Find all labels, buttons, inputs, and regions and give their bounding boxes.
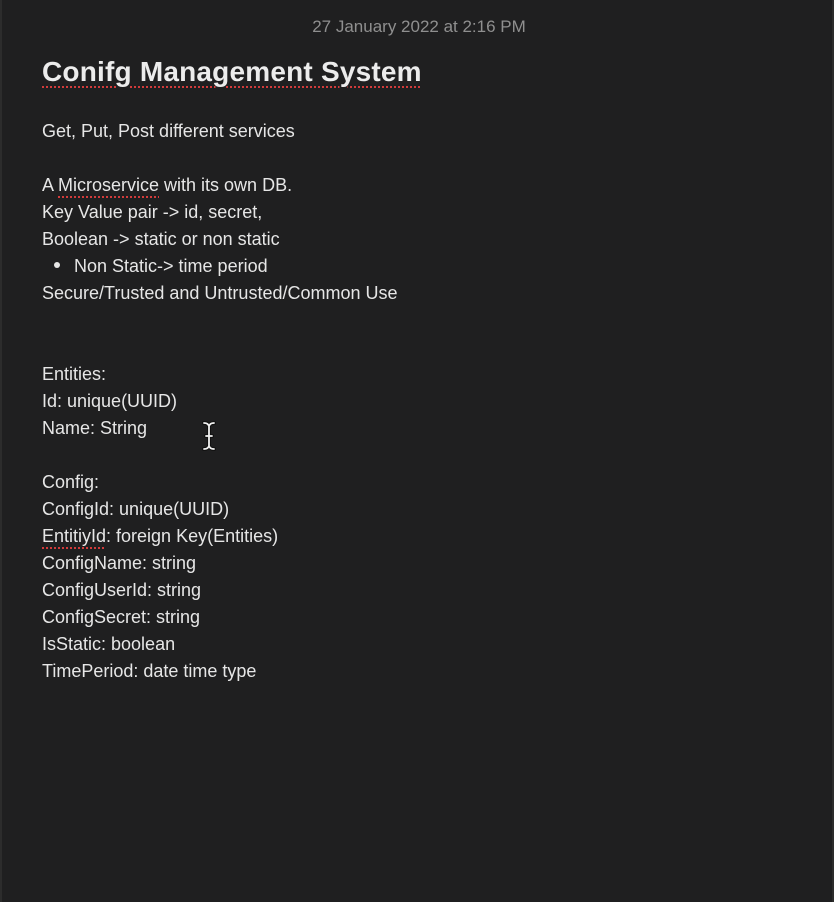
note-timestamp: 27 January 2022 at 2:16 PM bbox=[312, 17, 526, 36]
blank-line[interactable] bbox=[42, 442, 802, 469]
note-editor[interactable]: 27 January 2022 at 2:16 PM Conifg Manage… bbox=[0, 0, 834, 902]
note-text: A bbox=[42, 175, 59, 195]
note-line[interactable]: Key Value pair -> id, secret, bbox=[42, 199, 802, 226]
blank-line[interactable] bbox=[42, 145, 802, 172]
misspelled-word[interactable]: EntitiyId bbox=[42, 526, 106, 546]
note-line[interactable]: Id: unique(UUID) bbox=[42, 388, 802, 415]
bullet-text: Non Static-> time period bbox=[74, 256, 268, 276]
note-line[interactable]: TimePeriod: date time type bbox=[42, 658, 802, 685]
bullet-icon bbox=[54, 262, 60, 269]
bullet-list-item[interactable]: Non Static-> time period bbox=[42, 253, 802, 280]
note-title[interactable]: Conifg Management System bbox=[42, 56, 422, 88]
misspelled-word[interactable]: Microservice bbox=[58, 175, 159, 195]
note-line[interactable]: ConfigSecret: string bbox=[42, 604, 802, 631]
note-line[interactable]: A Microservice with its own DB. bbox=[42, 172, 802, 199]
note-text: with its own DB. bbox=[159, 175, 293, 195]
text-cursor-ibeam-icon bbox=[202, 421, 216, 451]
note-text: : foreign Key(Entities) bbox=[106, 526, 279, 546]
blank-line[interactable] bbox=[42, 307, 802, 334]
note-line[interactable]: ConfigName: string bbox=[42, 550, 802, 577]
blank-line[interactable] bbox=[42, 334, 802, 361]
note-body[interactable]: Get, Put, Post different services A Micr… bbox=[42, 118, 802, 685]
note-line[interactable]: Get, Put, Post different services bbox=[42, 118, 802, 145]
note-line[interactable]: Boolean -> static or non static bbox=[42, 226, 802, 253]
note-line[interactable]: ConfigId: unique(UUID) bbox=[42, 496, 802, 523]
note-line[interactable]: IsStatic: boolean bbox=[42, 631, 802, 658]
note-line[interactable]: EntitiyId: foreign Key(Entities) bbox=[42, 523, 802, 550]
note-line[interactable]: Config: bbox=[42, 469, 802, 496]
misspelled-word[interactable]: Conifg Management System bbox=[42, 56, 422, 87]
note-line[interactable]: Name: String bbox=[42, 415, 802, 442]
note-line[interactable]: ConfigUserId: string bbox=[42, 577, 802, 604]
note-line[interactable]: Secure/Trusted and Untrusted/Common Use bbox=[42, 280, 802, 307]
note-line[interactable]: Entities: bbox=[42, 361, 802, 388]
